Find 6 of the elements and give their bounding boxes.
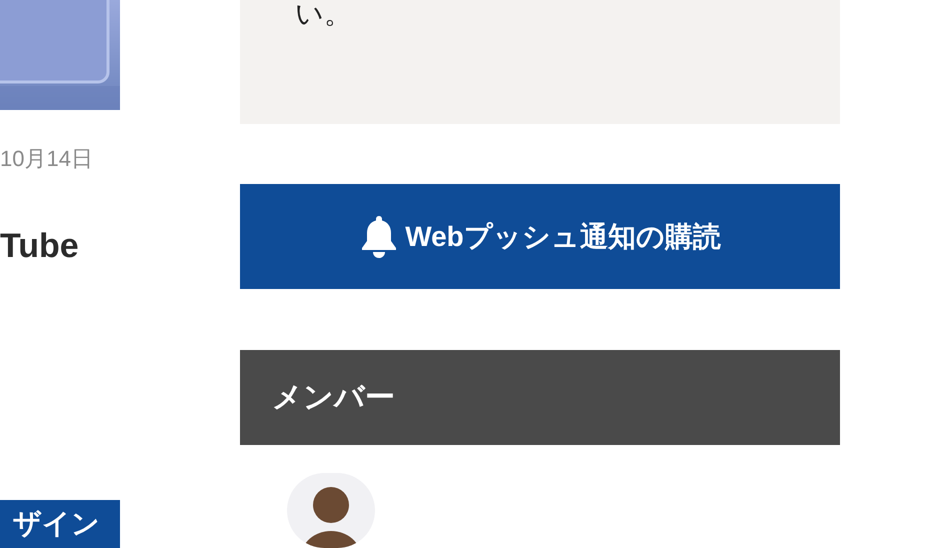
push-subscribe-button[interactable]: Webプッシュ通知の購読 [240, 184, 840, 290]
post-title: Tube [0, 226, 80, 266]
notice-text: い。 [295, 0, 352, 28]
post-date: 10月14日 [0, 145, 94, 173]
category-tag[interactable]: ザイン [0, 500, 120, 548]
section-title: メンバー [272, 380, 395, 416]
